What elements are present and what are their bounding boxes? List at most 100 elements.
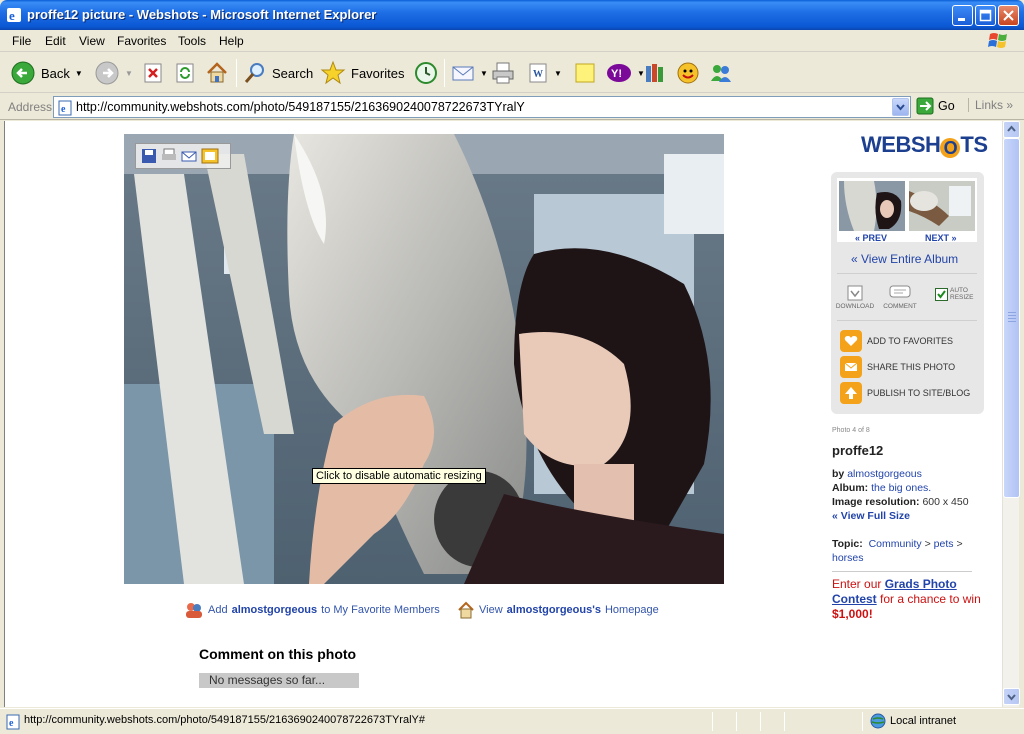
back-arrow-icon	[11, 61, 35, 85]
menu-file[interactable]: File	[12, 34, 31, 48]
yahoo-icon: Y!	[607, 64, 631, 82]
next-thumbnail[interactable]	[909, 181, 975, 231]
topic-pets-link[interactable]: pets	[934, 538, 954, 550]
status-divider	[784, 712, 785, 731]
search-icon	[244, 63, 264, 83]
view-homepage-link[interactable]: View almostgorgeous's Homepage	[457, 601, 659, 619]
add-to-favorites-button[interactable]: ADD TO FAVORITES	[840, 330, 953, 352]
divider	[837, 320, 977, 321]
edit-dropdown-icon[interactable]: ▼	[554, 69, 562, 78]
mail-button[interactable]: ▼	[451, 59, 488, 87]
view-entire-album-link[interactable]: « View Entire Album	[851, 252, 958, 266]
share-photo-button[interactable]: SHARE THIS PHOTO	[840, 356, 955, 378]
status-divider	[862, 712, 863, 731]
refresh-icon	[176, 63, 194, 83]
scroll-thumb[interactable]	[1003, 138, 1020, 498]
print-icon	[492, 62, 514, 84]
svg-text:W: W	[533, 69, 543, 80]
auto-resize-checkbox[interactable]	[935, 288, 948, 301]
home-button[interactable]	[205, 59, 229, 87]
download-label[interactable]: DOWNLOAD	[834, 303, 876, 310]
photo-title: proffe12	[832, 443, 884, 458]
close-button[interactable]	[998, 5, 1019, 26]
svg-text:Y!: Y!	[611, 68, 622, 80]
logo-text-post: TS	[960, 132, 988, 157]
menu-tools[interactable]: Tools	[178, 34, 206, 48]
view-full-size-link[interactable]: « View Full Size	[832, 510, 910, 522]
menu-edit[interactable]: Edit	[45, 34, 66, 48]
view-full-size-label: « View Full Size	[832, 510, 911, 522]
add-favorite-member-link[interactable]: Add almostgorgeous to My Favorite Member…	[184, 601, 440, 619]
email-icon[interactable]	[181, 148, 197, 164]
msn-messenger-button[interactable]	[708, 59, 734, 87]
save-icon[interactable]	[141, 148, 157, 164]
topic-line-2: horses	[832, 552, 864, 564]
add-member-icon	[186, 603, 202, 618]
security-zone[interactable]: Local intranet	[870, 713, 956, 729]
comment-heading: Comment on this photo	[199, 646, 357, 662]
maximize-button[interactable]	[975, 5, 996, 26]
back-label: Back	[41, 65, 70, 81]
print-button[interactable]	[491, 59, 515, 87]
prev-link[interactable]: « PREV	[855, 233, 887, 243]
download-icon[interactable]	[847, 285, 863, 301]
by-user-link[interactable]: almostgorgeous	[847, 468, 922, 480]
yahoo-messenger-button[interactable]	[676, 59, 700, 87]
scroll-grip	[1008, 312, 1016, 313]
prev-thumbnail[interactable]	[839, 181, 905, 231]
favorites-button[interactable]: Favorites	[320, 59, 404, 87]
divider	[837, 273, 977, 274]
chevron-down-icon	[896, 104, 905, 111]
back-button[interactable]: Back ▼	[10, 59, 83, 87]
topic-line: Topic: Community > pets >	[832, 538, 963, 550]
research-button[interactable]	[643, 59, 667, 87]
menu-favorites[interactable]: Favorites	[117, 34, 166, 48]
yahoo-button[interactable]: Y! ▼	[606, 59, 645, 87]
discuss-button[interactable]	[574, 59, 596, 87]
title-bar[interactable]: e proffe12 picture - Webshots - Microsof…	[0, 0, 1024, 30]
mail-dropdown-icon[interactable]: ▼	[480, 69, 488, 78]
address-dropdown-button[interactable]	[892, 98, 909, 116]
auto-resize-tooltip: Click to disable automatic resizing	[312, 468, 486, 484]
stop-button[interactable]	[142, 59, 164, 87]
go-button[interactable]: Go	[916, 97, 955, 115]
add-user: almostgorgeous	[231, 604, 318, 616]
edit-word-button[interactable]: W ▼	[527, 59, 562, 87]
resize-icon[interactable]	[201, 148, 219, 164]
minimize-button[interactable]	[952, 5, 973, 26]
add-to-favorites-label: ADD TO FAVORITES	[867, 336, 954, 346]
history-button[interactable]	[414, 59, 438, 87]
album-line: Album: the big ones.	[832, 482, 931, 494]
chevron-up-icon	[1007, 125, 1016, 132]
page-status-icon: e	[6, 714, 20, 730]
album-link[interactable]: the big ones.	[871, 482, 931, 494]
envelope-icon	[840, 356, 862, 378]
search-button[interactable]: Search	[243, 59, 313, 87]
forward-dropdown-icon[interactable]: ▼	[125, 69, 133, 78]
forward-button[interactable]: ▼	[94, 59, 133, 87]
publish-to-blog-button[interactable]: PUBLISH TO SITE/BLOG	[840, 382, 970, 404]
back-dropdown-icon[interactable]: ▼	[75, 69, 83, 78]
topic-horses-link[interactable]: horses	[832, 552, 864, 564]
refresh-button[interactable]	[174, 59, 196, 87]
webshots-logo[interactable]: WEBSH O TS	[861, 132, 988, 158]
address-input[interactable]: e http://community.webshots.com/photo/54…	[53, 96, 911, 118]
comment-label[interactable]: COMMENT	[879, 303, 921, 310]
print-icon[interactable]	[161, 148, 177, 164]
contest-prize: $1,000!	[832, 607, 873, 621]
main-photo[interactable]	[124, 134, 724, 584]
history-icon	[415, 62, 437, 84]
links-button[interactable]: Links »	[968, 98, 1013, 112]
topic-community-link[interactable]: Community	[869, 538, 922, 550]
auto-resize-line2: RESIZE	[950, 294, 974, 301]
window-title: proffe12 picture - Webshots - Microsoft …	[27, 7, 377, 22]
vertical-scrollbar[interactable]	[1002, 121, 1020, 707]
comment-icon[interactable]	[889, 285, 911, 301]
menu-help[interactable]: Help	[219, 34, 244, 48]
scroll-down-button[interactable]	[1003, 688, 1020, 705]
scroll-up-button[interactable]	[1003, 121, 1020, 138]
forward-arrow-icon	[95, 61, 119, 85]
menu-view[interactable]: View	[79, 34, 105, 48]
auto-resize-line1: AUTO	[950, 287, 968, 294]
next-link[interactable]: NEXT »	[925, 233, 957, 243]
